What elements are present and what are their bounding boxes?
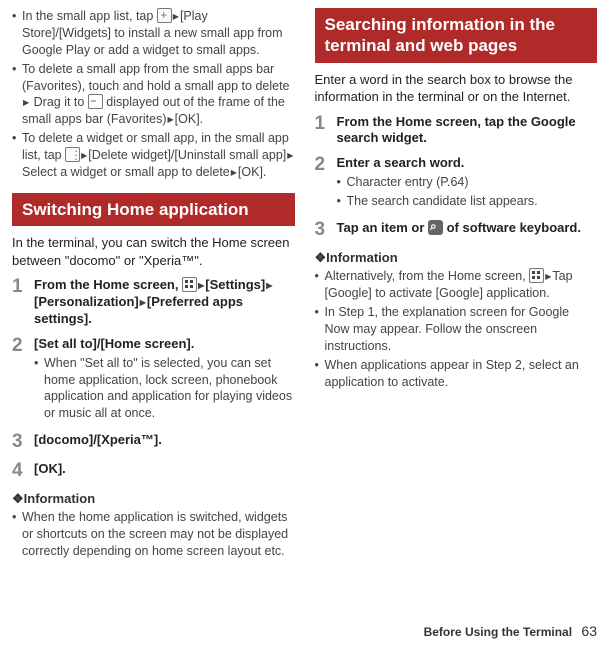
list-item: Alternatively, from the Home screen, Tap… bbox=[315, 268, 598, 302]
info-heading: ❖Information bbox=[315, 249, 598, 267]
list-item: Character entry (P.64) bbox=[337, 174, 598, 191]
triangle-icon bbox=[139, 294, 147, 311]
step-number: 1 bbox=[315, 114, 337, 148]
info-heading: ❖Information bbox=[12, 490, 295, 508]
section-header-searching: Searching information in the terminal an… bbox=[315, 8, 598, 63]
step: 3 Tap an item or of software keyboard. bbox=[315, 220, 598, 241]
list-item: To delete a widget or small app, in the … bbox=[12, 130, 295, 181]
step: 1 From the Home screen, [Settings][Perso… bbox=[12, 277, 295, 328]
step-title: Tap an item or of software keyboard. bbox=[337, 220, 598, 237]
screen-icon bbox=[88, 94, 103, 109]
step-title: [OK]. bbox=[34, 461, 295, 478]
page-footer: Before Using the Terminal 63 bbox=[0, 622, 609, 641]
triangle-icon bbox=[230, 164, 238, 181]
grid-icon bbox=[182, 277, 197, 292]
intro-text: In the terminal, you can switch the Home… bbox=[12, 234, 295, 269]
steps-left: 1 From the Home screen, [Settings][Perso… bbox=[12, 277, 295, 482]
list-item: When the home application is switched, w… bbox=[12, 509, 295, 560]
step-number: 2 bbox=[315, 155, 337, 212]
diamond-icon: ❖ bbox=[12, 490, 24, 508]
steps-right: 1 From the Home screen, tap the Google s… bbox=[315, 114, 598, 241]
step-title: Enter a search word. bbox=[337, 155, 598, 172]
list-item: When applications appear in Step 2, sele… bbox=[315, 357, 598, 391]
triangle-icon bbox=[172, 8, 180, 25]
right-column: Searching information in the terminal an… bbox=[305, 6, 598, 564]
step: 1 From the Home screen, tap the Google s… bbox=[315, 114, 598, 148]
step-number: 3 bbox=[315, 220, 337, 241]
triangle-icon bbox=[544, 268, 552, 285]
left-column: In the small app list, tap [Play Store]/… bbox=[12, 6, 305, 564]
step: 2 [Set all to]/[Home screen]. When "Set … bbox=[12, 336, 295, 424]
section-header-switching: Switching Home application bbox=[12, 193, 295, 226]
search-icon bbox=[428, 220, 443, 235]
step: 2 Enter a search word. Character entry (… bbox=[315, 155, 598, 212]
footer-section-title: Before Using the Terminal bbox=[424, 625, 572, 639]
step: 4 [OK]. bbox=[12, 461, 295, 482]
step-title: From the Home screen, tap the Google sea… bbox=[337, 114, 598, 148]
step-title: From the Home screen, [Settings][Persona… bbox=[34, 277, 295, 328]
left-info-bullets: When the home application is switched, w… bbox=[12, 509, 295, 560]
step-number: 3 bbox=[12, 432, 34, 453]
triangle-icon bbox=[167, 111, 175, 128]
step: 3 [docomo]/[Xperia™]. bbox=[12, 432, 295, 453]
plus-icon bbox=[157, 8, 172, 23]
diamond-icon: ❖ bbox=[315, 249, 327, 267]
page-columns: In the small app list, tap [Play Store]/… bbox=[0, 0, 609, 564]
step-title: [Set all to]/[Home screen]. bbox=[34, 336, 295, 353]
triangle-icon bbox=[197, 277, 205, 294]
triangle-icon bbox=[286, 147, 294, 164]
list-item: When "Set all to" is selected, you can s… bbox=[34, 355, 295, 423]
list-item: In Step 1, the explanation screen for Go… bbox=[315, 304, 598, 355]
triangle-icon bbox=[22, 94, 30, 111]
menu-icon bbox=[65, 147, 80, 162]
step-number: 2 bbox=[12, 336, 34, 424]
list-item: To delete a small app from the small app… bbox=[12, 61, 295, 129]
intro-text: Enter a word in the search box to browse… bbox=[315, 71, 598, 106]
step-title: [docomo]/[Xperia™]. bbox=[34, 432, 295, 449]
step-number: 4 bbox=[12, 461, 34, 482]
list-item: The search candidate list appears. bbox=[337, 193, 598, 210]
right-info-bullets: Alternatively, from the Home screen, Tap… bbox=[315, 268, 598, 390]
triangle-icon bbox=[265, 277, 273, 294]
grid-icon bbox=[529, 268, 544, 283]
step-number: 1 bbox=[12, 277, 34, 328]
top-bullets: In the small app list, tap [Play Store]/… bbox=[12, 8, 295, 181]
footer-page-number: 63 bbox=[581, 623, 597, 639]
list-item: In the small app list, tap [Play Store]/… bbox=[12, 8, 295, 59]
